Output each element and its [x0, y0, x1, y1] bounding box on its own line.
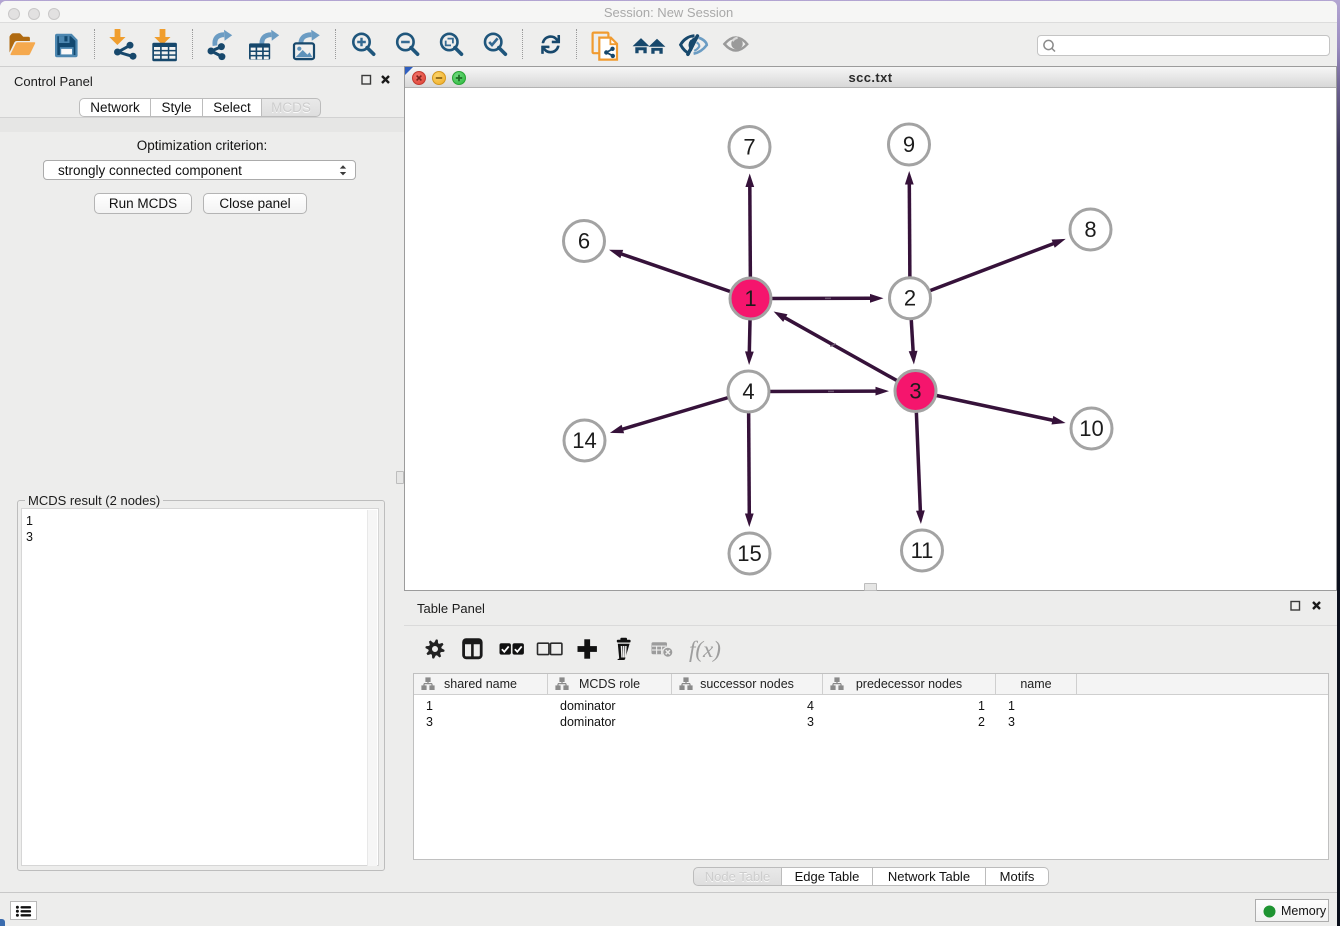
svg-text:8: 8: [1084, 217, 1096, 242]
svg-text:7: 7: [743, 135, 755, 160]
svg-text:10: 10: [1079, 416, 1103, 441]
svg-text:11: 11: [911, 538, 934, 563]
svg-text:2: 2: [904, 286, 916, 311]
svg-text:1: 1: [744, 286, 756, 311]
svg-text:3: 3: [909, 379, 921, 404]
svg-text:6: 6: [578, 229, 590, 254]
svg-text:14: 14: [572, 428, 596, 453]
svg-text:4: 4: [742, 379, 754, 404]
svg-text:f(x): f(x): [689, 637, 721, 662]
svg-text:15: 15: [737, 541, 761, 566]
svg-text:9: 9: [903, 132, 915, 157]
